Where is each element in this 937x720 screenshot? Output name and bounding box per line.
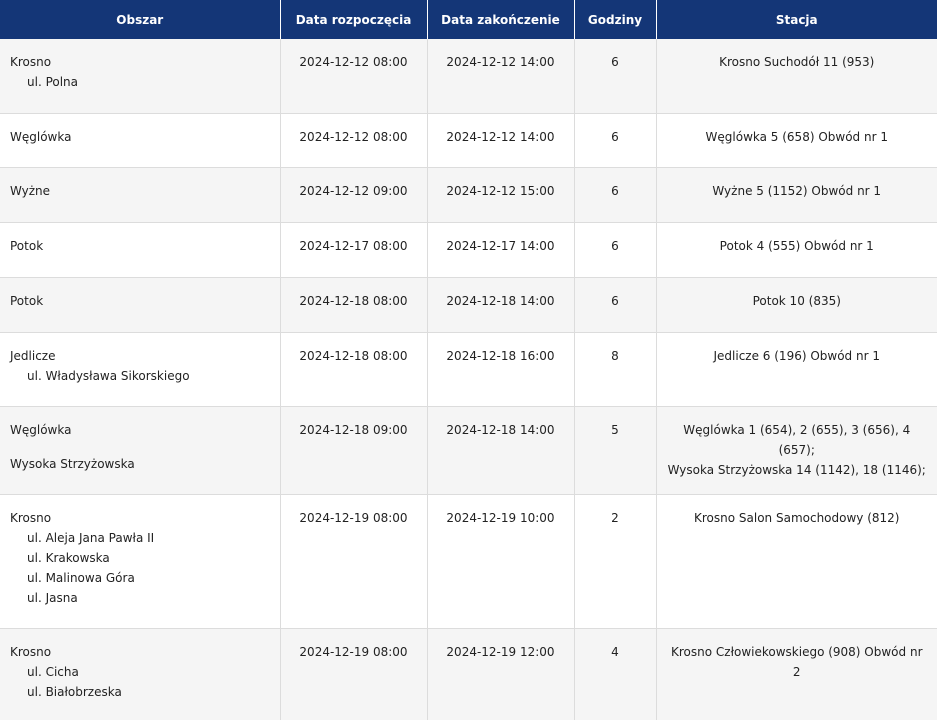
station-cell: Węglówka 5 (658) Obwód nr 1 [656,113,937,168]
end-date-cell: 2024-12-18 16:00 [427,332,575,407]
area-cell: Potok [0,222,281,278]
area-name: Krosno [10,510,52,525]
area-name: Węglówka [10,129,72,144]
area-cell: Krosno ul. Polna [0,39,281,114]
station-text: Potok 10 (835) [752,293,841,308]
area-cell: Krosno ul. Cicha ul. Białobrzeska [0,628,281,720]
start-date-cell: 2024-12-18 09:00 [280,406,428,495]
table-row: Jedlicze ul. Władysława Sikorskiego 2024… [0,332,937,407]
end-date-cell: 2024-12-12 14:00 [427,39,575,114]
street-name: ul. Białobrzeska [27,684,122,699]
station-text: Potok 4 (555) Obwód nr 1 [719,238,874,253]
column-header-start-date[interactable]: Data rozpoczęcia [280,0,428,39]
street-name: ul. Cicha [27,664,79,679]
station-text: Jedlicze 6 (196) Obwód nr 1 [713,348,880,363]
station-cell: Potok 4 (555) Obwód nr 1 [656,222,937,278]
station-text: Węglówka 1 (654), 2 (655), 3 (656), 4 (6… [683,422,911,457]
end-date-cell: 2024-12-17 14:00 [427,222,575,278]
table-row: Krosno ul. Aleja Jana Pawła II ul. Krako… [0,494,937,629]
outage-schedule-table: Obszar Data rozpoczęcia Data zakończenie… [0,0,937,720]
station-cell: Węglówka 1 (654), 2 (655), 3 (656), 4 (6… [656,406,937,495]
street-name: ul. Władysława Sikorskiego [27,368,190,383]
column-header-area[interactable]: Obszar [0,0,281,39]
table-row: Wyżne 2024-12-12 09:00 2024-12-12 15:00 … [0,167,937,223]
column-header-hours[interactable]: Godziny [574,0,657,39]
area-cell: Jedlicze ul. Władysława Sikorskiego [0,332,281,407]
hours-cell: 6 [574,39,657,114]
station-text: Wysoka Strzyżowska 14 (1142), 18 (1146); [667,462,926,477]
station-cell: Jedlicze 6 (196) Obwód nr 1 [656,332,937,407]
area-name: Potok [10,293,44,308]
street-name: ul. Polna [27,75,79,89]
hours-cell: 4 [574,628,657,720]
start-date-cell: 2024-12-17 08:00 [280,222,428,278]
street-name: ul. Jasna [27,590,78,605]
header-row: Obszar Data rozpoczęcia Data zakończenie… [0,0,937,39]
start-date-cell: 2024-12-18 08:00 [280,277,428,333]
station-text: Węglówka 5 (658) Obwód nr 1 [705,129,888,144]
hours-cell: 5 [574,406,657,495]
start-date-cell: 2024-12-12 08:00 [280,39,428,114]
area-name: Wysoka Strzyżowska [10,456,135,471]
table-body: Krosno ul. Polna 2024-12-12 08:00 2024-1… [0,39,937,720]
table-row: Krosno ul. Cicha ul. Białobrzeska 2024-1… [0,628,937,720]
station-text: Krosno Człowiekowskiego (908) Obwód nr 2 [671,644,923,679]
start-date-cell: 2024-12-18 08:00 [280,332,428,407]
area-cell: Wyżne [0,167,281,223]
end-date-cell: 2024-12-19 12:00 [427,628,575,720]
column-header-station[interactable]: Stacja [656,0,937,39]
table-row: Potok 2024-12-17 08:00 2024-12-17 14:00 … [0,222,937,278]
table-row: Węglówka Wysoka Strzyżowska 2024-12-18 0… [0,406,937,495]
area-name: Potok [10,238,44,253]
station-cell: Potok 10 (835) [656,277,937,333]
start-date-cell: 2024-12-19 08:00 [280,494,428,629]
area-cell: Węglówka [0,113,281,168]
hours-cell: 2 [574,494,657,629]
station-cell: Wyżne 5 (1152) Obwód nr 1 [656,167,937,223]
area-name: Węglówka [10,422,72,437]
end-date-cell: 2024-12-12 15:00 [427,167,575,223]
station-cell: Krosno Człowiekowskiego (908) Obwód nr 2 [656,628,937,720]
start-date-cell: 2024-12-12 09:00 [280,167,428,223]
table-row: Krosno ul. Polna 2024-12-12 08:00 2024-1… [0,39,937,114]
area-name: Krosno [10,55,52,69]
end-date-cell: 2024-12-12 14:00 [427,113,575,168]
station-cell: Krosno Salon Samochodowy (812) [656,494,937,629]
hours-cell: 6 [574,113,657,168]
table-header: Obszar Data rozpoczęcia Data zakończenie… [0,0,937,39]
hours-cell: 8 [574,332,657,407]
hours-cell: 6 [574,277,657,333]
start-date-cell: 2024-12-12 08:00 [280,113,428,168]
start-date-cell: 2024-12-19 08:00 [280,628,428,720]
street-name: ul. Krakowska [27,550,110,565]
area-name: Jedlicze [10,348,56,363]
station-text: Krosno Suchodół 11 (953) [719,55,875,69]
street-name: ul. Aleja Jana Pawła II [27,530,155,545]
area-cell: Węglówka Wysoka Strzyżowska [0,406,281,495]
station-text: Wyżne 5 (1152) Obwód nr 1 [712,183,882,198]
end-date-cell: 2024-12-18 14:00 [427,406,575,495]
hours-cell: 6 [574,222,657,278]
area-name: Wyżne [10,183,51,198]
area-name: Krosno [10,644,52,659]
end-date-cell: 2024-12-18 14:00 [427,277,575,333]
station-cell: Krosno Suchodół 11 (953) [656,39,937,114]
table-row: Potok 2024-12-18 08:00 2024-12-18 14:00 … [0,277,937,333]
hours-cell: 6 [574,167,657,223]
area-cell: Krosno ul. Aleja Jana Pawła II ul. Krako… [0,494,281,629]
column-header-end-date[interactable]: Data zakończenie [427,0,575,39]
station-text: Krosno Salon Samochodowy (812) [694,510,900,525]
area-cell: Potok [0,277,281,333]
end-date-cell: 2024-12-19 10:00 [427,494,575,629]
table-row: Węglówka 2024-12-12 08:00 2024-12-12 14:… [0,113,937,168]
street-name: ul. Malinowa Góra [27,570,135,585]
